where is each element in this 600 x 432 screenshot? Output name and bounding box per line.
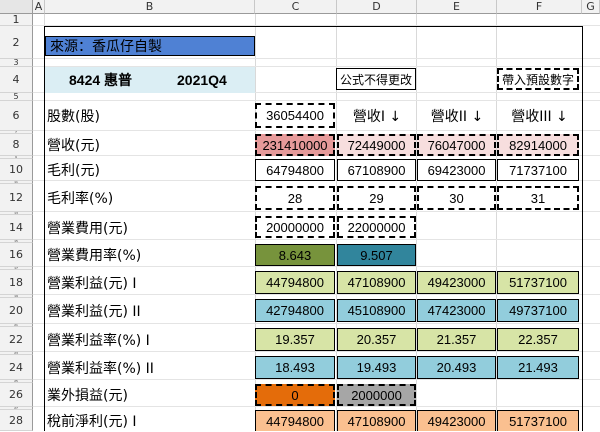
row-header[interactable]: 24 xyxy=(0,355,33,380)
revenue-1-header[interactable]: 營收I ↓ xyxy=(337,104,417,128)
op-margin-1-a[interactable]: 19.357 xyxy=(255,328,335,351)
op-income-2-c[interactable]: 47423000 xyxy=(417,299,496,322)
op-margin-1-c[interactable]: 21.357 xyxy=(417,328,496,351)
revenue-1[interactable]: 72449000 xyxy=(337,134,416,156)
column-header-c[interactable]: C xyxy=(255,0,337,14)
column-header-e[interactable]: E xyxy=(417,0,497,14)
gross-profit-2[interactable]: 67108900 xyxy=(337,159,416,181)
row-header[interactable]: 3 xyxy=(0,59,33,67)
op-margin-1-b[interactable]: 20.357 xyxy=(337,328,416,351)
shares-value[interactable]: 36054400 xyxy=(255,103,335,128)
gross-margin-3[interactable]: 30 xyxy=(417,186,496,210)
column-header-a[interactable]: A xyxy=(33,0,45,14)
row-header[interactable]: 12 xyxy=(0,184,33,212)
non-op-2[interactable]: 2000000 xyxy=(337,384,416,406)
op-margin-2-c[interactable]: 20.493 xyxy=(417,356,496,379)
gross-margin-2[interactable]: 29 xyxy=(337,186,416,210)
gross-profit-4[interactable]: 71737100 xyxy=(497,159,579,181)
op-expense-2[interactable]: 22000000 xyxy=(337,216,416,238)
op-margin-2-a[interactable]: 18.493 xyxy=(255,356,335,379)
gross-margin-4[interactable]: 31 xyxy=(497,186,579,210)
op-margin-2-d[interactable]: 21.493 xyxy=(497,356,579,379)
pretax-1-d[interactable]: 51737100 xyxy=(497,410,579,431)
revenue-2-header[interactable]: 營收II ↓ xyxy=(417,104,497,128)
op-expense-rate-1[interactable]: 8.643 xyxy=(255,244,335,266)
stock-code: 8424 惠普 xyxy=(69,72,133,88)
op-expense-rate-label[interactable]: 營業費用率(%) xyxy=(47,244,247,266)
gross-margin-1[interactable]: 28 xyxy=(255,186,335,210)
gross-margin-label[interactable]: 毛利率(%) xyxy=(47,187,247,209)
row-header[interactable]: 8 xyxy=(0,134,33,156)
revenue-2[interactable]: 76047000 xyxy=(417,134,496,156)
op-income-1-d[interactable]: 51737100 xyxy=(497,271,579,294)
row-header[interactable]: 28 xyxy=(0,410,33,431)
revenue-3-header[interactable]: 營收III ↓ xyxy=(497,104,582,128)
stock-info-cell[interactable]: 8424 惠普 2021Q4 xyxy=(45,67,255,93)
formula-note[interactable]: 公式不得更改 xyxy=(336,68,416,90)
pretax-1-c[interactable]: 49423000 xyxy=(417,410,496,431)
shares-label[interactable]: 股數(股) xyxy=(47,105,247,127)
row-header[interactable]: 26 xyxy=(0,383,33,407)
pretax-1-label[interactable]: 稅前淨利(元) I xyxy=(47,410,247,432)
period: 2021Q4 xyxy=(177,72,227,88)
op-expense-1[interactable]: 20000000 xyxy=(255,216,335,238)
row-header[interactable]: 18 xyxy=(0,270,33,295)
op-income-1-a[interactable]: 44794800 xyxy=(255,271,335,294)
select-all-corner[interactable] xyxy=(0,0,33,14)
row-header[interactable]: 14 xyxy=(0,215,33,240)
op-margin-2-label[interactable]: 營業利益率(%) II xyxy=(47,357,247,379)
op-margin-1-label[interactable]: 營業利益率(%) I xyxy=(47,329,247,351)
pretax-1-a[interactable]: 44794800 xyxy=(255,410,335,431)
column-header-d[interactable]: D xyxy=(337,0,417,14)
row-header[interactable]: 5 xyxy=(0,93,33,101)
op-expense-rate-2[interactable]: 9.507 xyxy=(337,244,416,266)
row-header[interactable]: 20 xyxy=(0,298,33,324)
column-header-f[interactable]: F xyxy=(497,0,582,14)
spreadsheet-grid: A B C D E F G 1 2 3 4 5 6 7 8 9 10 11 12… xyxy=(0,0,600,431)
op-income-1-label[interactable]: 營業利益(元) I xyxy=(47,272,247,294)
revenue-label[interactable]: 營收(元) xyxy=(47,134,247,156)
gross-profit-3[interactable]: 69423000 xyxy=(417,159,496,181)
non-op-label[interactable]: 業外損益(元) xyxy=(47,384,247,406)
op-expense-label[interactable]: 營業費用(元) xyxy=(47,217,247,239)
row-header[interactable]: 1 xyxy=(0,14,33,26)
row-header[interactable]: 22 xyxy=(0,327,33,352)
op-income-2-label[interactable]: 營業利益(元) II xyxy=(47,300,247,322)
default-value-note[interactable]: 帶入預設數字 xyxy=(497,68,579,90)
row-header[interactable]: 10 xyxy=(0,159,33,181)
row-header[interactable]: 6 xyxy=(0,101,33,131)
op-income-2-d[interactable]: 49737100 xyxy=(497,299,579,322)
op-income-2-a[interactable]: 42794800 xyxy=(255,299,335,322)
op-income-2-b[interactable]: 45108900 xyxy=(337,299,416,322)
row-header[interactable]: 16 xyxy=(0,243,33,267)
op-margin-2-b[interactable]: 19.493 xyxy=(337,356,416,379)
source-cell[interactable]: 來源：香瓜仔自製 xyxy=(45,36,255,56)
gross-profit-1[interactable]: 64794800 xyxy=(255,159,335,181)
op-income-1-b[interactable]: 47108900 xyxy=(337,271,416,294)
row-header[interactable]: 2 xyxy=(0,26,33,59)
pretax-1-b[interactable]: 47108900 xyxy=(337,410,416,431)
gross-profit-label[interactable]: 毛利(元) xyxy=(47,159,247,181)
column-header-b[interactable]: B xyxy=(45,0,255,14)
revenue-3[interactable]: 82914000 xyxy=(497,134,579,156)
op-margin-1-d[interactable]: 22.357 xyxy=(497,328,579,351)
op-income-1-c[interactable]: 49423000 xyxy=(417,271,496,294)
column-header-g[interactable]: G xyxy=(582,0,600,14)
non-op-1[interactable]: 0 xyxy=(255,384,335,406)
revenue-total[interactable]: 231410000 xyxy=(255,134,335,156)
row-header[interactable]: 4 xyxy=(0,67,33,93)
